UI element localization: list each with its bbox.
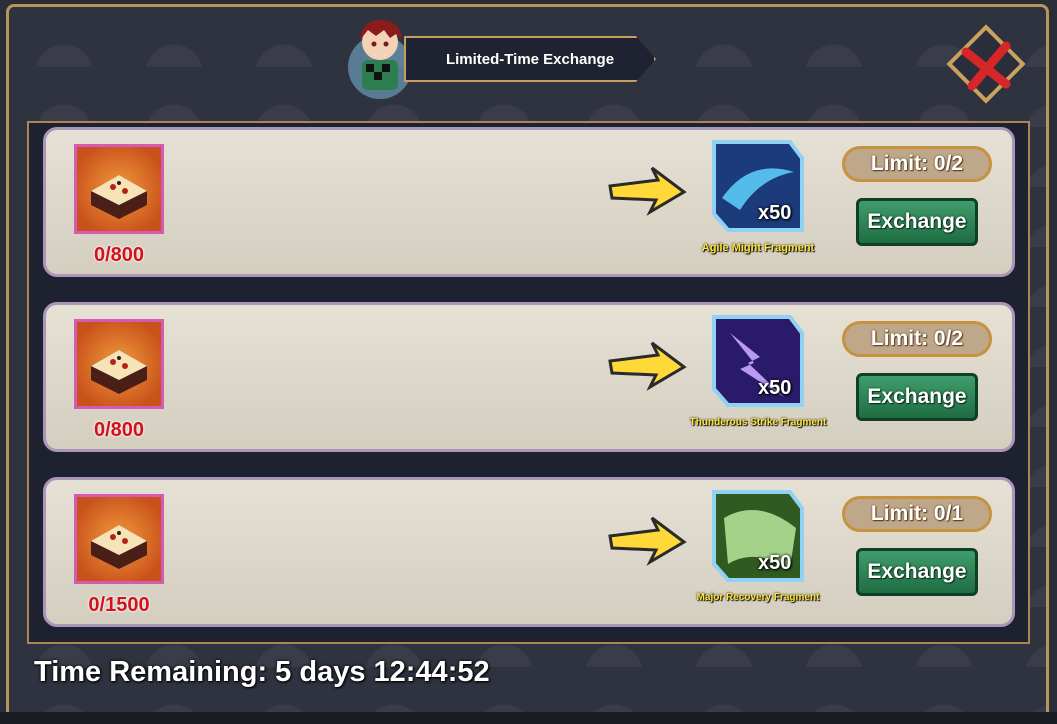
limit-badge: Limit: 0/1: [842, 496, 992, 532]
exchange-button[interactable]: Exchange: [856, 548, 978, 596]
time-remaining: Time Remaining: 5 days 12:44:52: [34, 656, 490, 688]
cost-count: 0/1500: [88, 594, 150, 616]
yellow-arrow-icon: [608, 516, 687, 566]
page-title: Limited-Time Exchange: [445, 50, 615, 68]
cake-icon: [74, 494, 164, 584]
reward-name: Thunderous Strike Fragment: [689, 417, 827, 428]
exchange-row: 0/1500 x50 Major Recovery Fragment Limit…: [43, 477, 1015, 627]
reward-quantity: x50: [758, 202, 792, 224]
exchange-row: 0/800 x50 Thunderous Strike Fragment Lim…: [43, 302, 1015, 452]
cake-icon: [74, 144, 164, 234]
title-banner: Limited-Time Exchange: [404, 36, 656, 82]
exchange-button[interactable]: Exchange: [856, 373, 978, 421]
limit-badge: Limit: 0/2: [842, 321, 992, 357]
header: Limited-Time Exchange: [340, 20, 662, 99]
cost-count: 0/800: [93, 244, 145, 266]
bottom-nav-strip: [0, 712, 1057, 724]
cost-count: 0/800: [93, 419, 145, 441]
reward-quantity: x50: [758, 552, 792, 574]
exchange-button[interactable]: Exchange: [856, 198, 978, 246]
yellow-arrow-icon: [608, 341, 687, 391]
reward-quantity: x50: [758, 377, 792, 399]
reward-name: Agile Might Fragment: [701, 242, 815, 254]
limit-badge: Limit: 0/2: [842, 146, 992, 182]
exchange-row: 0/800 x50 Agile Might Fragment Limit: 0/…: [43, 127, 1015, 277]
reward-name: Major Recovery Fragment: [696, 592, 820, 603]
close-button[interactable]: [944, 22, 1028, 106]
yellow-arrow-icon: [608, 166, 687, 216]
cake-icon: [74, 319, 164, 409]
exchange-list: 0/800 x50 Agile Might Fragment Limit: 0/…: [27, 121, 1030, 644]
